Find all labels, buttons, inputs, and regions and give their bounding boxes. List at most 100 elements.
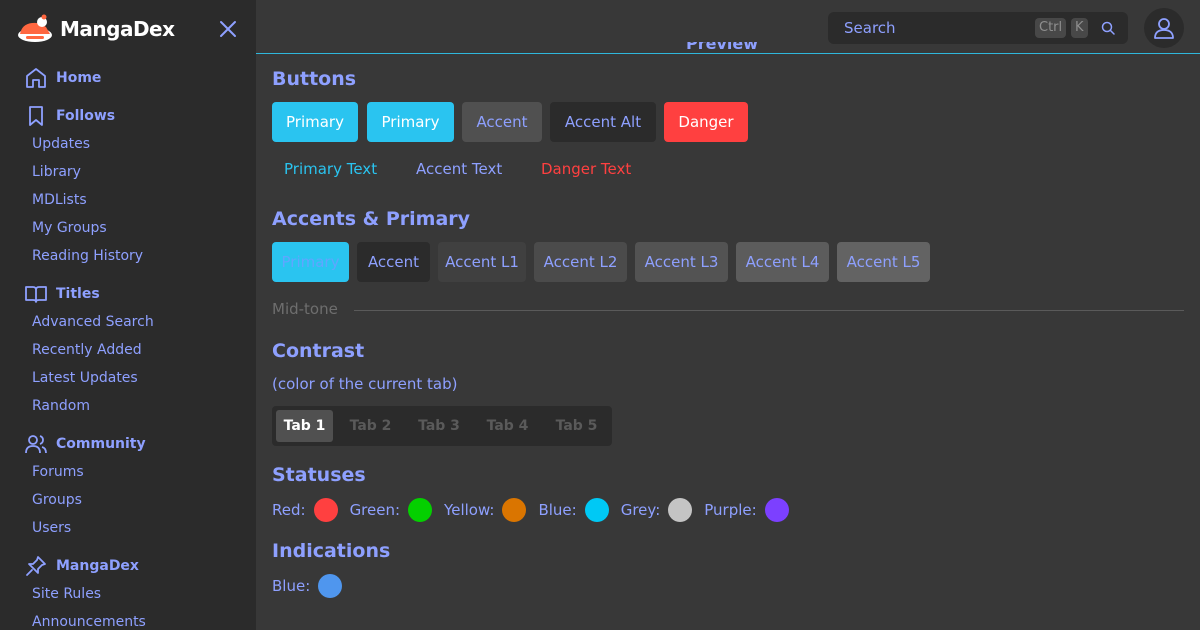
sidebar-item-updates[interactable]: Updates: [0, 130, 256, 158]
section-title-accents: Accents & Primary: [272, 208, 471, 230]
status-row: Red: Green: Yellow: Blue: Grey: Purple:: [272, 498, 801, 522]
nav-group-follows: Follows Updates Library MDLists My Group…: [0, 102, 256, 270]
sidebar-item-titles[interactable]: Titles: [0, 280, 256, 308]
accent-button[interactable]: Accent: [462, 102, 542, 142]
danger-button[interactable]: Danger: [664, 102, 748, 142]
indication-blue: Blue:: [272, 574, 343, 598]
status-label: Green:: [349, 501, 401, 519]
sidebar-item-announcements[interactable]: Announcements: [0, 608, 256, 630]
contrast-subtitle: (color of the current tab): [272, 375, 458, 393]
sidebar-item-site-rules[interactable]: Site Rules: [0, 580, 256, 608]
sidebar-item-mdlists[interactable]: MDLists: [0, 186, 256, 214]
accent-swatch-l3[interactable]: Accent L3: [635, 242, 728, 282]
status-green: Green:: [349, 498, 433, 522]
status-dot-purple: [764, 498, 789, 522]
kbd-k: K: [1071, 18, 1088, 38]
status-label: Purple:: [704, 501, 757, 519]
sidebar-item-follows[interactable]: Follows: [0, 102, 256, 130]
sidebar-item-home[interactable]: Home: [0, 64, 256, 92]
primary-text-button[interactable]: Primary Text: [284, 160, 377, 178]
home-icon: [26, 68, 46, 88]
tab-5[interactable]: Tab 5: [545, 410, 608, 442]
status-label: Red:: [272, 501, 306, 519]
nav-group-titles: Titles Advanced Search Recently Added La…: [0, 280, 256, 420]
sidebar-item-mangadex[interactable]: MangaDex: [0, 552, 256, 580]
search-icon[interactable]: [1100, 20, 1116, 36]
section-title-indications: Indications: [272, 540, 391, 562]
sidebar-item-reading-history[interactable]: Reading History: [0, 242, 256, 270]
status-dot-yellow: [502, 498, 527, 522]
pin-icon: [26, 556, 46, 576]
preview-heading-text: Preview: [686, 42, 759, 53]
status-blue: Blue:: [538, 498, 609, 522]
avatar[interactable]: [1144, 8, 1184, 48]
primary-button[interactable]: Primary: [272, 102, 358, 142]
danger-text-button[interactable]: Danger Text: [541, 160, 631, 178]
tab-3[interactable]: Tab 3: [408, 410, 470, 442]
user-icon: [1154, 18, 1174, 39]
nav-group-mangadex: MangaDex Site Rules Announcements: [0, 552, 256, 630]
sidebar-item-community[interactable]: Community: [0, 430, 256, 458]
sidebar-item-library[interactable]: Library: [0, 158, 256, 186]
status-label: Grey:: [620, 501, 661, 519]
sidebar: MangaDex Home Follows Updates Library MD…: [0, 0, 256, 630]
midtone-divider: [354, 310, 1184, 311]
accent-swatch-l4[interactable]: Accent L4: [736, 242, 829, 282]
status-purple: Purple:: [704, 498, 789, 522]
indication-label: Blue:: [272, 577, 311, 595]
nav-group-community: Community Forums Groups Users: [0, 430, 256, 542]
kbd-ctrl: Ctrl: [1035, 18, 1067, 38]
close-icon[interactable]: [216, 17, 240, 41]
sidebar-item-latest-updates[interactable]: Latest Updates: [0, 364, 256, 392]
sidebar-head-label: MangaDex: [56, 558, 139, 574]
accent-swatch-primary[interactable]: Primary: [272, 242, 349, 282]
status-dot-red: [313, 498, 338, 522]
tab-4[interactable]: Tab 4: [476, 410, 539, 442]
status-label: Yellow:: [444, 501, 495, 519]
status-dot-green: [408, 498, 433, 522]
accent-swatch-l1[interactable]: Accent L1: [438, 242, 526, 282]
section-title-buttons: Buttons: [272, 68, 357, 90]
section-title-statuses: Statuses: [272, 464, 366, 486]
status-label: Blue:: [538, 501, 577, 519]
midtone-label: Mid-tone: [272, 300, 338, 318]
status-grey: Grey:: [621, 498, 693, 522]
status-red: Red:: [272, 498, 338, 522]
status-dot-blue: [584, 498, 609, 522]
sidebar-head-label: Titles: [56, 286, 100, 302]
accent-swatch-l2[interactable]: Accent L2: [534, 242, 627, 282]
tab-2[interactable]: Tab 2: [339, 410, 402, 442]
status-yellow: Yellow:: [444, 498, 527, 522]
accent-swatch-l5[interactable]: Accent L5: [837, 242, 930, 282]
nav-group-home: Home: [0, 64, 256, 92]
search-input[interactable]: [828, 12, 1028, 44]
primary-button-2[interactable]: Primary: [367, 102, 454, 142]
brand-name: MangaDex: [60, 17, 175, 41]
sidebar-nav: Home Follows Updates Library MDLists My …: [0, 64, 256, 630]
mangadex-logo-icon: [18, 14, 52, 42]
status-dot-grey: [668, 498, 693, 522]
indication-row: Blue:: [272, 574, 354, 598]
sidebar-item-random[interactable]: Random: [0, 392, 256, 420]
tab-bar: Tab 1 Tab 2 Tab 3 Tab 4 Tab 5: [272, 406, 612, 446]
users-icon: [25, 435, 47, 454]
accent-text-button[interactable]: Accent Text: [416, 160, 502, 178]
sidebar-item-advanced-search[interactable]: Advanced Search: [0, 308, 256, 336]
section-title-contrast: Contrast: [272, 340, 365, 362]
brand[interactable]: MangaDex: [16, 12, 175, 46]
accent-alt-button[interactable]: Accent Alt: [550, 102, 656, 142]
preview-heading: Preview: [686, 42, 758, 54]
search-box[interactable]: Ctrl K: [828, 12, 1128, 44]
book-icon: [25, 286, 47, 303]
tab-1[interactable]: Tab 1: [276, 410, 333, 442]
sidebar-head-label: Follows: [56, 108, 116, 124]
bookmark-icon: [29, 106, 43, 126]
accent-swatch-accent[interactable]: Accent: [357, 242, 430, 282]
sidebar-item-my-groups[interactable]: My Groups: [0, 214, 256, 242]
sidebar-item-users[interactable]: Users: [0, 514, 256, 542]
sidebar-item-forums[interactable]: Forums: [0, 458, 256, 486]
sidebar-item-recently-added[interactable]: Recently Added: [0, 336, 256, 364]
indication-dot-blue: [318, 574, 343, 598]
sidebar-item-groups[interactable]: Groups: [0, 486, 256, 514]
sidebar-head-label: Home: [56, 70, 102, 86]
